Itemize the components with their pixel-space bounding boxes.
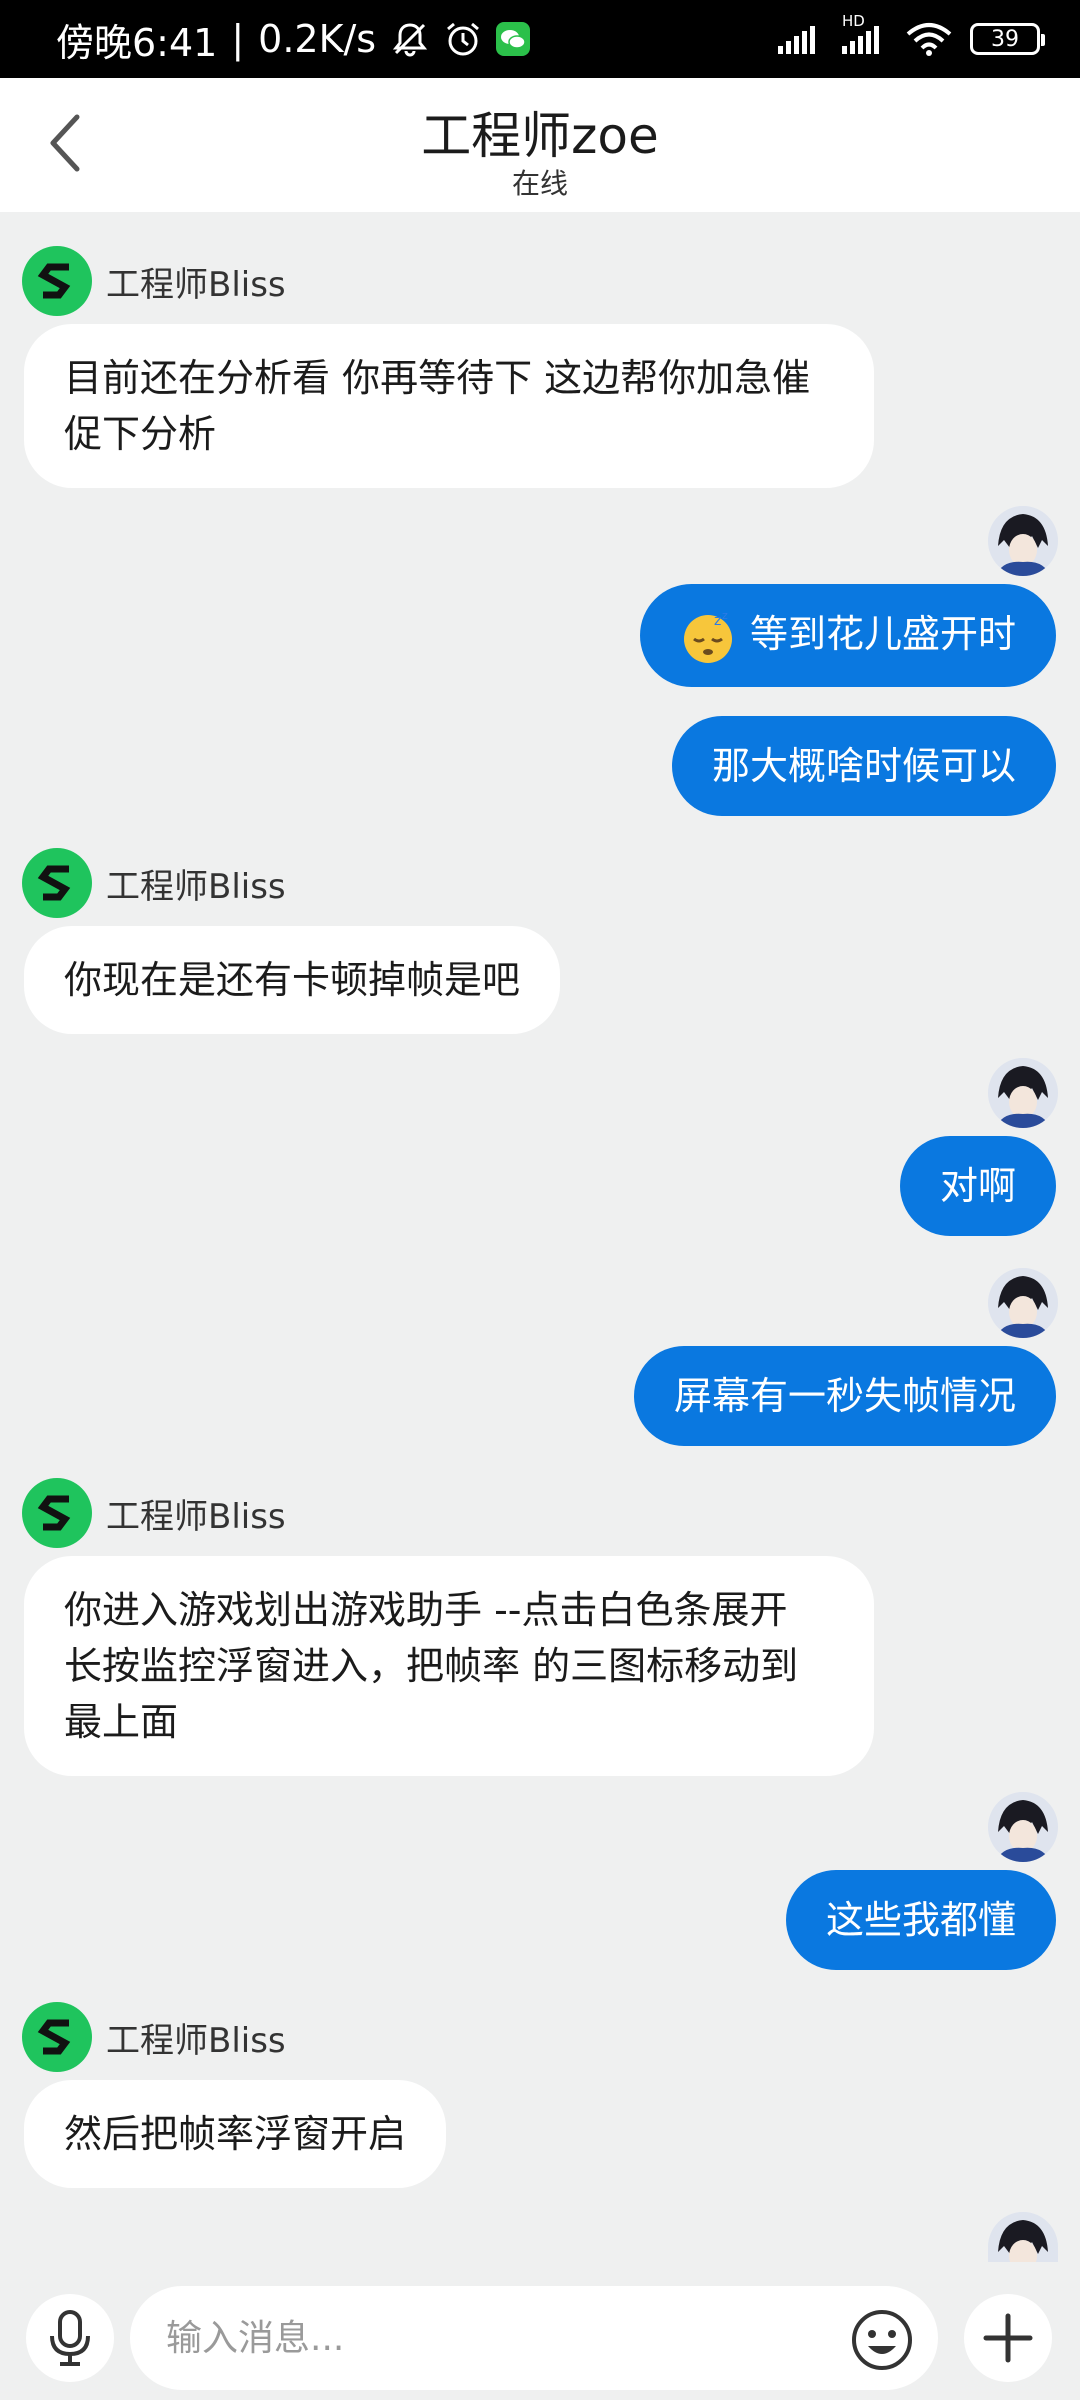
chat-header: 工程师zoe 在线: [0, 78, 1080, 212]
sender-row: 工程师Bliss: [22, 246, 286, 316]
status-separator: |: [231, 17, 245, 61]
svg-text:z: z: [722, 609, 728, 622]
agent-avatar[interactable]: [22, 1478, 92, 1548]
message-text: 等到花儿盛开时: [749, 612, 1016, 656]
user-message-bubble[interactable]: 这些我都懂: [785, 1870, 1056, 1970]
sender-name: 工程师Bliss: [106, 2020, 286, 2061]
user-message-bubble[interactable]: 屏幕有一秒失帧情况: [633, 1346, 1056, 1446]
user-message-bubble[interactable]: 对啊: [899, 1136, 1056, 1236]
wifi-icon: [906, 22, 952, 56]
plus-icon: [983, 2313, 1033, 2363]
agent-avatar[interactable]: [22, 246, 92, 316]
sender-name: 工程师Bliss: [106, 264, 286, 305]
signal-hd-icon: HD: [842, 12, 888, 54]
mute-bell-icon: [390, 19, 430, 59]
agent-avatar[interactable]: [22, 2002, 92, 2072]
user-avatar[interactable]: [988, 1268, 1058, 1338]
status-time: 傍晚6:41: [56, 20, 218, 65]
alarm-icon: [444, 20, 482, 58]
more-button[interactable]: [964, 2294, 1052, 2382]
svg-text:z: z: [714, 613, 721, 629]
hd-label: HD: [842, 12, 865, 30]
sender-name: 工程师Bliss: [106, 866, 286, 907]
user-message-bubble[interactable]: z z 等到花儿盛开时: [639, 584, 1056, 687]
page-title: 工程师zoe: [421, 107, 659, 165]
emoji-icon: [852, 2310, 912, 2370]
agent-message-bubble[interactable]: 你进入游戏划出游戏助手 --点击白色条展开 长按监控浮窗进入，把帧率 的三图标移…: [24, 1556, 874, 1776]
agent-avatar[interactable]: [22, 848, 92, 918]
agent-message-bubble[interactable]: 目前还在分析看 你再等待下 这边帮你加急催促下分析: [24, 324, 874, 488]
sender-row: 工程师Bliss: [22, 848, 286, 918]
emoji-button[interactable]: [848, 2306, 916, 2374]
battery-level: 39: [991, 26, 1019, 52]
user-message-bubble[interactable]: 那大概啥时候可以: [671, 716, 1056, 816]
voice-button[interactable]: [26, 2294, 114, 2382]
status-bar: 傍晚6:41 | 0.2K/s HD 39: [0, 0, 1080, 78]
net-speed: 0.2K/s: [258, 17, 377, 61]
user-avatar[interactable]: [988, 2212, 1058, 2262]
message-input[interactable]: [130, 2286, 938, 2390]
user-avatar[interactable]: [988, 506, 1058, 576]
message-list[interactable]: 工程师Bliss 目前还在分析看 你再等待下 这边帮你加急催促下分析 z z 等到花…: [0, 212, 1080, 2272]
signal-icon: [778, 24, 824, 54]
online-status: 在线: [511, 167, 568, 200]
microphone-icon: [50, 2310, 90, 2366]
user-avatar[interactable]: [988, 1058, 1058, 1128]
sleeping-face-emoji-icon: zz: [683, 609, 732, 663]
agent-message-bubble[interactable]: 你现在是还有卡顿掉帧是吧: [24, 926, 561, 1034]
input-bar: [0, 2272, 1080, 2400]
sender-name: 工程师Bliss: [106, 1496, 286, 1537]
sender-row: 工程师Bliss: [22, 2002, 286, 2072]
sender-row: 工程师Bliss: [22, 1478, 286, 1548]
agent-message-bubble[interactable]: 然后把帧率浮窗开启: [24, 2080, 447, 2188]
user-avatar[interactable]: [988, 1792, 1058, 1862]
wechat-icon: [496, 22, 531, 56]
battery-icon: 39: [970, 23, 1045, 55]
